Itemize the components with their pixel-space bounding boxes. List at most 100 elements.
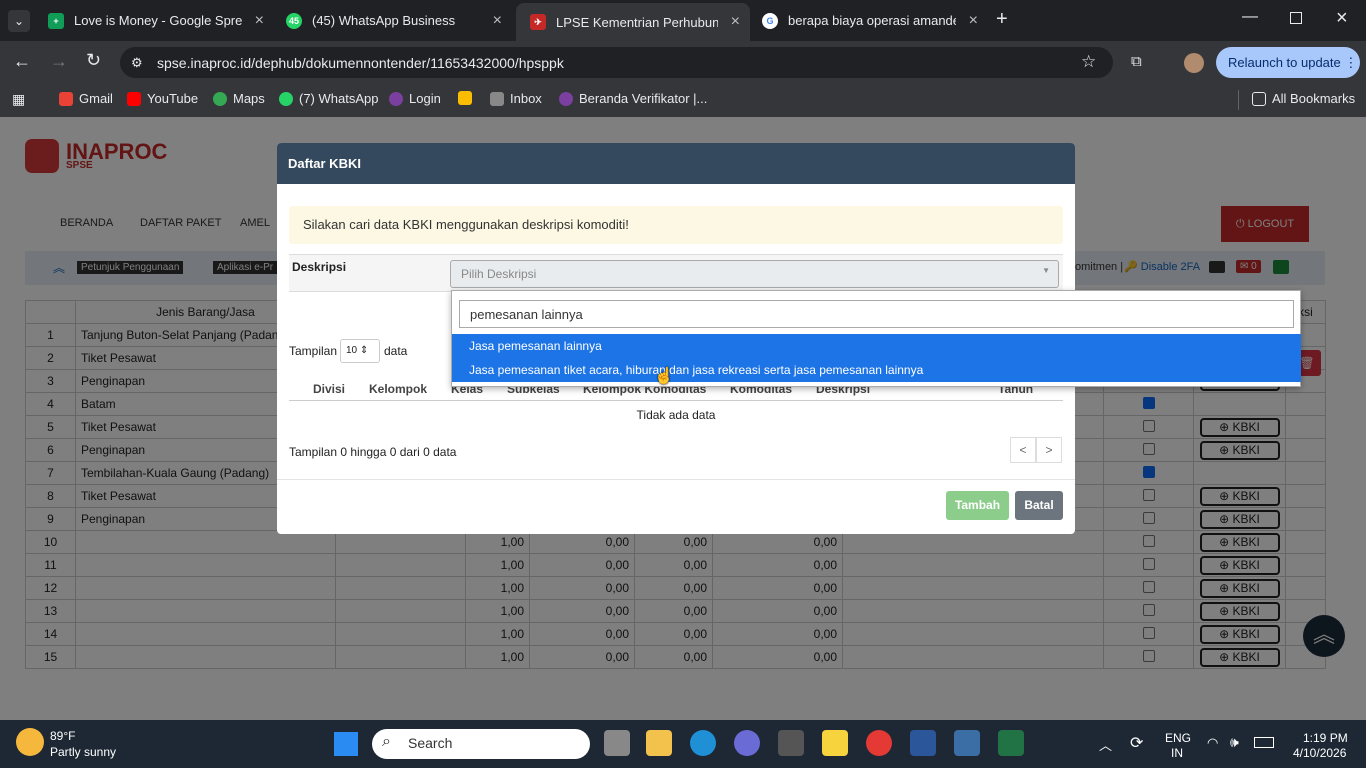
weather-desc[interactable]: Partly sunny: [50, 745, 116, 759]
word-icon[interactable]: [910, 730, 936, 756]
forward-icon[interactable]: →: [50, 51, 68, 72]
tab-lpse[interactable]: ✈ LPSE Kementrian Perhubungan ×: [516, 3, 750, 41]
bookmark-label: Gmail: [79, 91, 113, 106]
new-tab-button[interactable]: +: [996, 8, 1008, 31]
app-icon[interactable]: [734, 730, 760, 756]
dropdown-search-input[interactable]: [459, 300, 1294, 328]
wifi-icon[interactable]: ◠: [1207, 735, 1218, 751]
tab-search-button[interactable]: ⌄: [8, 10, 30, 32]
bookmark-whatsapp[interactable]: (7) WhatsApp: [279, 91, 378, 106]
bookmark-gmail[interactable]: Gmail: [59, 91, 113, 106]
maps-icon: [213, 91, 227, 106]
task-view-icon[interactable]: [604, 730, 630, 756]
lang-eng[interactable]: ENG: [1165, 731, 1191, 745]
url-bar[interactable]: spse.inaproc.id/dephub/dokumennontender/…: [120, 47, 1113, 78]
window-close-button[interactable]: ×: [1336, 7, 1348, 30]
tab-title: LPSE Kementrian Perhubungan: [556, 14, 718, 30]
deskripsi-label: Deskripsi: [292, 260, 347, 274]
col-divisi[interactable]: Divisi: [313, 382, 345, 396]
gmail-icon: [59, 91, 73, 106]
table-info: Tampilan 0 hingga 0 dari 0 data: [289, 445, 457, 459]
modal-footer-divider: [277, 479, 1075, 480]
dropdown-option[interactable]: Jasa pemesanan lainnya: [452, 334, 1301, 358]
extensions-icon[interactable]: ⧉: [1131, 53, 1142, 70]
bookmark-pinwheel[interactable]: [458, 91, 478, 105]
bookmark-maps[interactable]: Maps: [213, 91, 265, 106]
reload-icon[interactable]: ↻: [86, 50, 101, 71]
search-label: Search: [408, 735, 453, 751]
sync-icon[interactable]: ⟳: [1130, 733, 1143, 753]
page-size-value: 10: [346, 345, 358, 356]
battery-icon[interactable]: [1254, 737, 1274, 748]
all-bookmarks[interactable]: All Bookmarks: [1252, 91, 1355, 106]
maximize-button[interactable]: [1290, 12, 1302, 24]
bookmark-verifikator[interactable]: Beranda Verifikator |...: [559, 91, 707, 106]
youtube-icon: [127, 91, 141, 106]
col-kelompok[interactable]: Kelompok: [369, 382, 427, 396]
chevron-down-icon: ▼: [1042, 266, 1050, 275]
whatsapp-icon: [279, 91, 293, 106]
close-icon[interactable]: ×: [969, 12, 978, 30]
dropdown-option[interactable]: Jasa pemesanan tiket acara, hiburan dan …: [452, 358, 1301, 382]
apps-icon[interactable]: ▦: [12, 91, 25, 108]
relaunch-button[interactable]: Relaunch to update ⋮: [1216, 47, 1360, 78]
tab-google[interactable]: G berapa biaya operasi amandel ×: [748, 0, 988, 41]
empty-message: Tidak ada data: [636, 408, 716, 422]
volume-icon[interactable]: 🕪: [1230, 734, 1239, 751]
url-text: spse.inaproc.id/dephub/dokumennontender/…: [157, 54, 564, 71]
chevron-up-icon[interactable]: ︿: [1099, 735, 1112, 754]
bookmark-label: Login: [409, 91, 441, 106]
tab-title: Love is Money - Google Spread: [74, 13, 242, 28]
bookmark-label: Maps: [233, 91, 265, 106]
batal-button[interactable]: Batal: [1015, 491, 1063, 520]
clock-date[interactable]: 4/10/2026: [1293, 746, 1346, 760]
tab-whatsapp[interactable]: 45 (45) WhatsApp Business ×: [272, 0, 512, 41]
data-label: data: [384, 344, 408, 358]
chrome-icon[interactable]: [866, 730, 892, 756]
bookmark-label: All Bookmarks: [1272, 91, 1356, 106]
tambah-button[interactable]: Tambah: [946, 491, 1009, 520]
bookmark-login[interactable]: Login: [389, 91, 441, 106]
tab-title: (45) WhatsApp Business: [312, 13, 456, 28]
next-page-button[interactable]: >: [1036, 437, 1062, 463]
profile-avatar[interactable]: [1184, 53, 1204, 73]
minimize-button[interactable]: —: [1242, 8, 1258, 26]
page-size-select[interactable]: 10 ⇕: [340, 339, 380, 363]
bookmark-youtube[interactable]: YouTube: [127, 91, 198, 106]
whatsapp-icon: 45: [286, 12, 302, 29]
calculator-icon[interactable]: [954, 730, 980, 756]
bookmark-label: Inbox: [510, 91, 542, 106]
tab-spreadsheet[interactable]: + Love is Money - Google Spread ×: [34, 0, 274, 41]
sheets-icon: +: [48, 12, 64, 29]
bookmark-label: Beranda Verifikator |...: [579, 91, 708, 106]
close-icon[interactable]: ×: [493, 12, 502, 30]
clock-time[interactable]: 1:19 PM: [1303, 731, 1348, 745]
close-icon[interactable]: ×: [255, 12, 264, 30]
bookmarks-divider: [1238, 90, 1239, 110]
camera-icon[interactable]: [778, 730, 804, 756]
weather-icon[interactable]: [16, 728, 44, 756]
deskripsi-select[interactable]: Pilih Deskripsi ▼: [450, 260, 1059, 288]
sticky-notes-icon[interactable]: [822, 730, 848, 756]
edge-icon[interactable]: [690, 730, 716, 756]
back-icon[interactable]: ←: [13, 51, 31, 72]
bookmark-label: YouTube: [147, 91, 199, 106]
star-icon[interactable]: ☆: [1081, 52, 1096, 72]
login-icon: [389, 91, 403, 106]
modal-title: Daftar KBKI: [277, 143, 1075, 184]
mail-icon: [490, 91, 504, 106]
weather-temp[interactable]: 89°F: [50, 729, 75, 743]
file-explorer-icon[interactable]: [646, 730, 672, 756]
info-alert: Silakan cari data KBKI menggunakan deskr…: [289, 206, 1063, 244]
deskripsi-dropdown: Jasa pemesanan lainnya Jasa pemesanan ti…: [451, 290, 1301, 387]
prev-page-button[interactable]: <: [1010, 437, 1036, 463]
pinwheel-icon: [458, 91, 472, 105]
lpse-icon: ✈: [530, 14, 546, 30]
lang-in[interactable]: IN: [1171, 746, 1183, 760]
taskbar-search[interactable]: ⌕ Search: [372, 729, 590, 759]
windows-start-icon[interactable]: [334, 732, 358, 756]
close-icon[interactable]: ×: [731, 13, 740, 31]
excel-icon[interactable]: [998, 730, 1024, 756]
site-info-icon[interactable]: ⚙: [131, 55, 143, 71]
bookmark-inbox[interactable]: Inbox: [490, 91, 542, 106]
